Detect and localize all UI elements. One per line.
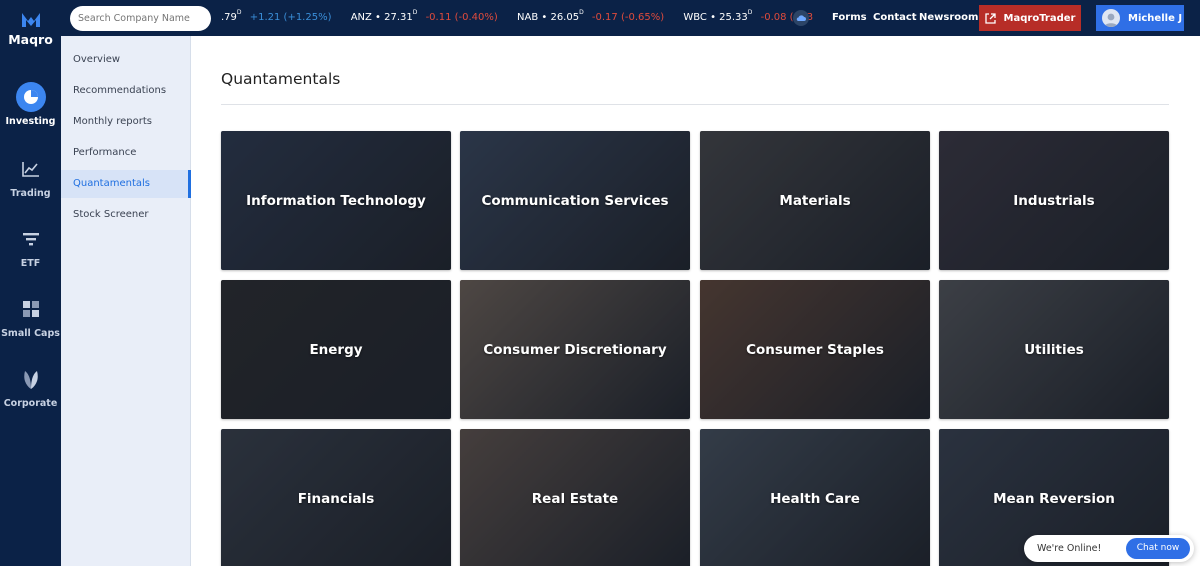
chat-now-button[interactable]: Chat now — [1126, 538, 1190, 559]
sector-card[interactable]: Financials — [221, 429, 451, 566]
rail-label: Investing — [5, 116, 56, 127]
subnav-item-quantamentals[interactable]: Quantamentals — [61, 170, 191, 198]
maqro-logo-icon — [21, 13, 40, 27]
ticker-symbol: NAB — [517, 12, 539, 23]
rail-item-etf[interactable]: ETF — [0, 224, 61, 269]
sub-navigation: Overview Recommendations Monthly reports… — [61, 0, 191, 566]
rail-item-trading[interactable]: Trading — [0, 154, 61, 199]
grid-icon — [22, 301, 39, 317]
brand-logo[interactable]: Maqro — [0, 12, 61, 47]
sector-card[interactable]: Consumer Discretionary — [460, 280, 690, 419]
ticker-item[interactable]: ANZ • 27.31D -0.11 (-0.40%) — [351, 0, 498, 36]
external-link-icon — [984, 12, 996, 24]
rail-label: ETF — [20, 258, 41, 269]
pie-chart-icon — [15, 82, 46, 112]
chat-status: We're Online! — [1037, 543, 1102, 554]
divider — [221, 104, 1169, 105]
ticker-item[interactable]: NAB • 26.05D -0.17 (-0.65%) — [517, 0, 664, 36]
sector-card[interactable]: Information Technology — [221, 131, 451, 270]
subnav-item-stock-screener[interactable]: Stock Screener — [61, 201, 191, 229]
rail-label: Small Caps — [1, 328, 60, 339]
rail-item-corporate[interactable]: Corporate — [0, 364, 61, 409]
sector-card[interactable]: Consumer Staples — [700, 280, 930, 419]
cloud-icon[interactable] — [793, 10, 809, 26]
top-bar: .79D +1.21 (+1.25%) ANZ • 27.31D -0.11 (… — [61, 0, 1200, 36]
user-name: Michelle J — [1128, 12, 1183, 24]
search-input[interactable] — [70, 6, 211, 31]
subnav-item-recommendations[interactable]: Recommendations — [61, 77, 191, 105]
ticker-symbol: WBC — [683, 12, 707, 23]
chat-widget: We're Online! Chat now — [1024, 535, 1194, 562]
subnav-item-monthly-reports[interactable]: Monthly reports — [61, 108, 191, 136]
sector-card[interactable]: Real Estate — [460, 429, 690, 566]
stock-ticker: .79D +1.21 (+1.25%) ANZ • 27.31D -0.11 (… — [221, 0, 813, 36]
subnav-item-performance[interactable]: Performance — [61, 139, 191, 167]
sector-card[interactable]: Communication Services — [460, 131, 690, 270]
subnav-item-overview[interactable]: Overview — [61, 46, 191, 74]
sector-card[interactable]: Health Care — [700, 429, 930, 566]
avatar — [1102, 9, 1120, 27]
line-chart-icon — [21, 162, 39, 177]
maqrotrader-button[interactable]: MaqroTrader — [979, 5, 1081, 31]
forms-link[interactable]: Forms — [832, 0, 867, 36]
ticker-item[interactable]: .79D +1.21 (+1.25%) — [221, 0, 332, 36]
brand-name: Maqro — [8, 32, 53, 47]
user-menu-button[interactable]: Michelle J — [1096, 5, 1184, 31]
rail-label: Corporate — [3, 398, 58, 409]
sector-card[interactable]: Materials — [700, 131, 930, 270]
rail-item-small-caps[interactable]: Small Caps — [0, 294, 61, 339]
leaf-icon — [23, 371, 38, 389]
sector-card[interactable]: Utilities — [939, 280, 1169, 419]
rail-label: Trading — [10, 188, 51, 199]
sector-card[interactable]: Industrials — [939, 131, 1169, 270]
funnel-icon — [22, 233, 39, 246]
left-rail: Maqro Investing Trading ETF Small Caps C… — [0, 0, 61, 566]
ticker-symbol: ANZ — [350, 12, 372, 23]
rail-item-investing[interactable]: Investing — [0, 82, 61, 127]
newsroom-link[interactable]: Newsroom — [919, 0, 978, 36]
page-title: Quantamentals — [221, 70, 341, 88]
sector-card[interactable]: Energy — [221, 280, 451, 419]
contact-link[interactable]: Contact — [873, 0, 917, 36]
